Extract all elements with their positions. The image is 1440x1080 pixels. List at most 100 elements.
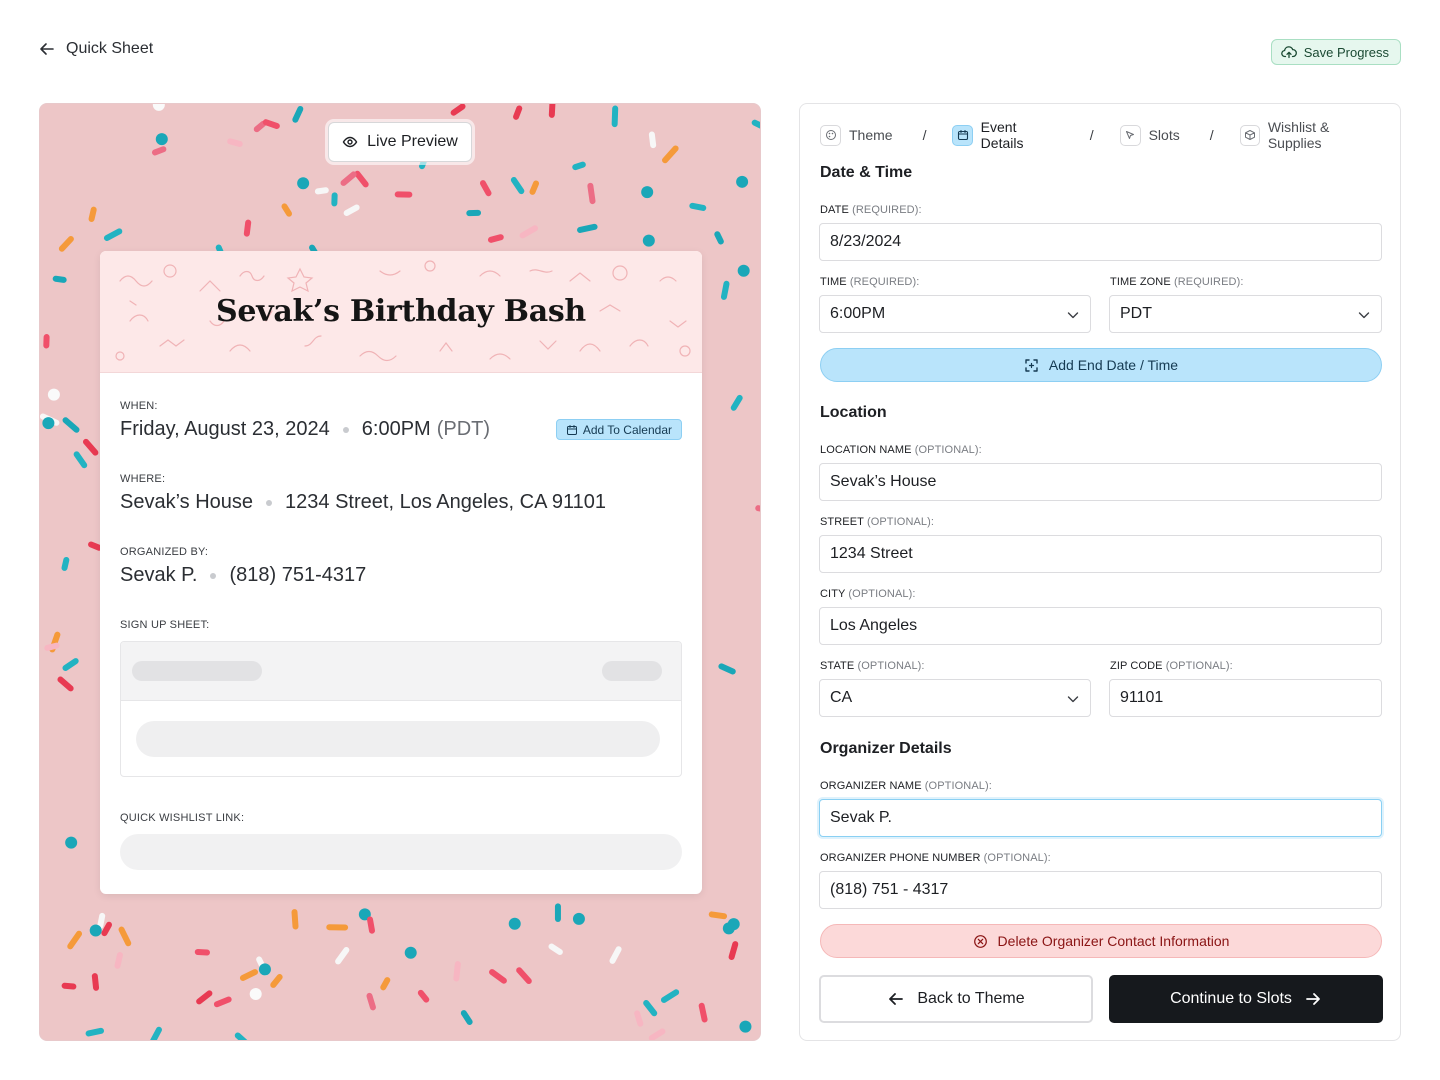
sprinkle [243,219,252,237]
street-label: STREET (OPTIONAL): [820,516,935,528]
timezone-select[interactable]: PDT [1109,295,1382,333]
sprinkle [611,105,619,128]
eye-icon [342,136,358,148]
arrow-right-icon [1306,993,1320,1005]
sprinkle [62,417,80,433]
location-name-input[interactable]: Sevak’s House [819,463,1382,501]
location-name-label: LOCATION NAME (OPTIONAL): [820,444,982,456]
sprinkle [417,989,430,1003]
step-event-details[interactable]: Event Details [952,119,1059,151]
organizer-name-label: ORGANIZER NAME (OPTIONAL): [820,780,992,792]
street-input[interactable]: 1234 Street [819,535,1382,573]
step-theme-label: Theme [849,127,893,143]
sprinkle [487,234,504,243]
sprinkle-dot [722,922,735,935]
sprinkle [194,949,210,956]
sprinkle [88,206,97,222]
sprinkle [648,131,657,149]
step-slots-label: Slots [1148,127,1180,143]
step-event-details-label: Event Details [980,119,1024,151]
sprinkle [326,924,349,931]
step-theme[interactable]: Theme [820,124,893,146]
box-icon [1239,124,1260,146]
step-separator: / [1209,127,1214,143]
chevron-down-icon [1067,312,1079,319]
sprinkle [548,943,563,955]
event-details-form: Theme / Event Details / Slots / Wishlist… [799,103,1401,1041]
back-to-quick-sheet-link[interactable]: Quick Sheet [38,40,153,58]
sprinkle [292,105,304,123]
zip-input[interactable]: 91101 [1109,679,1382,717]
arrow-left-icon [889,993,904,1005]
sprinkle [529,180,540,195]
event-card-header: Sevak’s Birthday Bash [100,251,702,373]
sprinkle-dot [65,836,78,849]
sprinkle [698,1002,708,1023]
live-preview-label: Live Preview [367,133,458,150]
wishlist-block: QUICK WISHLIST LINK: [120,812,682,870]
where-name: Sevak’s House [120,491,254,513]
sprinkle [343,204,360,217]
organizer-name-input[interactable]: Sevak P. [819,799,1382,837]
sprinkle [662,145,679,164]
step-wishlist-supplies[interactable]: Wishlist & Supplies [1239,119,1382,151]
sprinkle-dot [152,104,165,111]
live-preview-panel: Live Preview Sevak’s Birthday Bash WHEN:… [39,103,761,1041]
sprinkle-dot [258,963,271,976]
delete-organizer-label: Delete Organizer Contact Information [997,933,1230,949]
step-slots[interactable]: Slots [1119,124,1180,146]
sprinkle [634,1010,644,1027]
chevron-down-icon [1358,312,1370,319]
sprinkle-dot [249,988,262,1001]
sprinkle-dot [739,1020,752,1033]
sprinkle [720,280,730,300]
separator-dot [342,426,349,433]
organizer-phone-input[interactable]: (818) 751 - 4317 [819,871,1382,909]
state-select[interactable]: CA [819,679,1091,717]
date-input[interactable]: 8/23/2024 [819,223,1382,261]
signup-sheet-block: SIGN UP SHEET: [120,619,682,777]
sprinkle [519,225,539,239]
sprinkle [453,961,461,982]
cursor-icon [1119,124,1141,146]
sprinkle-dot [737,264,750,277]
back-to-theme-button[interactable]: Back to Theme [819,975,1093,1023]
sprinkle [718,663,736,675]
sprinkle [151,146,167,156]
continue-to-slots-button[interactable]: Continue to Slots [1109,975,1383,1023]
sprinkle-dot [155,133,168,146]
sprinkle [103,228,123,241]
live-preview-button[interactable]: Live Preview [328,122,472,162]
when-date: Friday, August 23, 2024 [120,418,330,440]
add-end-date-button[interactable]: Add End Date / Time [820,348,1382,382]
location-section-title: Location [820,404,887,421]
city-input[interactable]: Los Angeles [819,607,1382,645]
back-to-theme-label: Back to Theme [917,990,1025,1007]
sprinkle [516,967,532,984]
step-separator: / [922,127,927,143]
sprinkle-dot [47,388,60,401]
sprinkle [450,104,466,116]
organizer-phone-label: ORGANIZER PHONE NUMBER (OPTIONAL): [820,852,1051,864]
sprinkle [513,105,523,120]
state-label: STATE (OPTIONAL): [820,660,925,672]
sprinkle [479,180,492,197]
when-timezone: (PDT) [436,418,491,440]
sprinkle-dot [404,946,417,959]
add-to-calendar-label: Add To Calendar [582,422,672,437]
skeleton-bar [132,661,262,681]
delete-organizer-button[interactable]: Delete Organizer Contact Information [820,924,1382,958]
time-select[interactable]: 6:00PM [819,295,1091,333]
time-label: TIME (REQUIRED): [820,276,920,288]
sprinkle [660,989,680,1003]
sprinkle [335,947,350,965]
wishlist-label: QUICK WISHLIST LINK: [120,812,245,824]
sprinkle [609,946,622,964]
datetime-section-title: Date & Time [820,164,913,181]
sprinkle [548,104,556,118]
add-to-calendar-button[interactable]: Add To Calendar [555,419,682,440]
where-label: WHERE: [120,473,166,485]
sprinkle-dot [297,177,310,190]
save-progress-button[interactable]: Save Progress [1270,39,1401,65]
sprinkle [366,992,376,1011]
